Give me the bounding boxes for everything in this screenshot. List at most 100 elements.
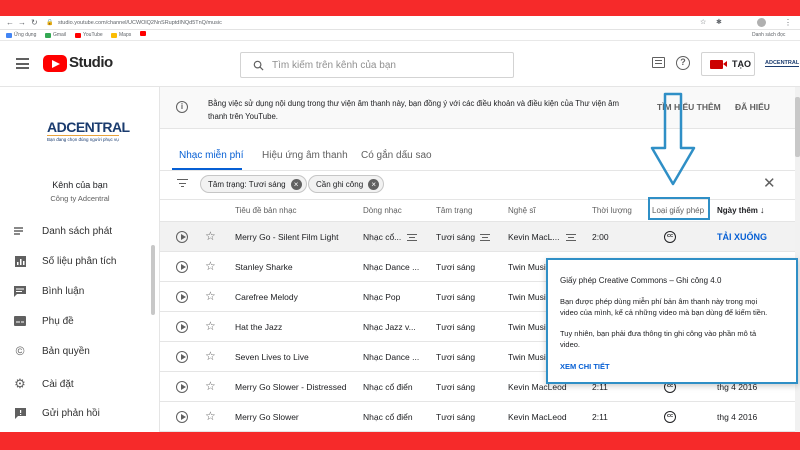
hamburger-menu-icon[interactable]: [16, 58, 29, 69]
studio-header: Studio Tìm kiếm trên kênh của bạn ? TẠO …: [0, 41, 800, 87]
star-icon[interactable]: ☆: [205, 379, 216, 393]
creative-commons-icon[interactable]: cc: [664, 411, 676, 423]
maps-pin-icon: [111, 33, 117, 38]
search-icon: [253, 60, 264, 71]
account-avatar[interactable]: ADCENTRAL: [765, 60, 800, 67]
create-button[interactable]: TẠO: [701, 52, 755, 76]
popup-title: Giấy phép Creative Commons – Ghi công 4.…: [560, 276, 722, 285]
google-g-icon: [45, 33, 51, 38]
youtube-icon: [75, 33, 81, 38]
terms-notice: i Bằng việc sử dụng nội dung trong thư v…: [160, 87, 795, 129]
creative-commons-icon[interactable]: cc: [664, 231, 676, 243]
comments-icon: [14, 285, 26, 297]
filter-icon[interactable]: [177, 179, 188, 189]
address-bar[interactable]: studio.youtube.com/channel/UCWOlQ2NnSRup…: [58, 18, 222, 28]
column-header-date-added[interactable]: Ngày thêm: [717, 206, 758, 215]
chip-remove-icon[interactable]: ×: [368, 178, 380, 190]
column-header-duration[interactable]: Thời lượng: [592, 206, 632, 215]
copyright-icon: ©: [15, 344, 25, 358]
sidebar: ADCENTRAL Bạn đang chọn đúng người phục …: [0, 87, 160, 432]
reload-icon[interactable]: ↻: [31, 18, 38, 28]
bookmark-apps[interactable]: Ứng dụng: [6, 31, 36, 40]
table-row[interactable]: ☆ Merry Go - Silent Film Light Nhạc cổ..…: [160, 222, 795, 252]
bookmark-maps[interactable]: Maps: [111, 31, 131, 40]
apps-grid-icon: [6, 33, 12, 38]
sidebar-scrollbar[interactable]: [151, 245, 155, 315]
studio-logo-text: Studio: [69, 54, 113, 71]
back-arrow-icon[interactable]: ←: [6, 18, 14, 28]
reading-list[interactable]: Danh sách đọc: [752, 31, 785, 40]
play-icon[interactable]: [176, 381, 188, 393]
popup-body-1: Bạn được phép dùng miễn phí bản âm thanh…: [560, 297, 768, 317]
help-icon[interactable]: ?: [676, 56, 690, 70]
bookmarks-bar: Ứng dụng Gmail YouTube Maps Danh sách đọ…: [0, 30, 800, 41]
search-input[interactable]: Tìm kiếm trên kênh của bạn: [272, 60, 396, 71]
tabs-divider: [160, 170, 795, 171]
sidebar-item-subtitles[interactable]: Phụ đề: [14, 315, 74, 327]
gear-icon: ⚙: [14, 376, 26, 391]
star-icon[interactable]: ☆: [205, 409, 216, 423]
filter-by-artist-icon[interactable]: [566, 234, 576, 241]
info-icon: i: [176, 101, 188, 113]
download-button[interactable]: TẢI XUỐNG: [717, 222, 767, 252]
youtube-icon: [140, 31, 146, 36]
sidebar-item-feedback[interactable]: Gửi phản hồi: [14, 407, 100, 419]
popup-body-2: Tuy nhiên, bạn phải đưa thông tin ghi cô…: [560, 329, 757, 349]
play-icon[interactable]: [176, 321, 188, 333]
extension-icon[interactable]: ✱: [716, 18, 722, 28]
filter-by-genre-icon[interactable]: [407, 234, 417, 241]
bookmark-gmail[interactable]: Gmail: [45, 31, 66, 40]
star-icon[interactable]: ☆: [205, 319, 216, 333]
frame-top-border: [0, 0, 800, 16]
scrollbar-thumb[interactable]: [795, 97, 800, 157]
play-icon[interactable]: [176, 351, 188, 363]
sidebar-item-comments[interactable]: Bình luận: [14, 285, 84, 297]
bookmark-youtube[interactable]: YouTube: [75, 31, 103, 40]
bookmark-youtube-2[interactable]: [140, 31, 146, 36]
filter-chip-attribution[interactable]: Cần ghi công ×: [308, 175, 385, 193]
sidebar-item-analytics[interactable]: Số liệu phân tích: [14, 255, 117, 267]
star-icon[interactable]: ☆: [205, 259, 216, 273]
star-bookmark-icon[interactable]: ☆: [700, 18, 706, 28]
tab-starred[interactable]: Có gắn dấu sao: [361, 150, 432, 161]
filter-by-mood-icon[interactable]: [480, 234, 490, 241]
clear-filters-close-icon[interactable]: ✕: [763, 176, 776, 191]
channel-name: Công ty Adcentral: [50, 194, 110, 203]
channel-logo-tagline: Bạn đang chọn đúng người phục vụ: [47, 135, 119, 142]
sidebar-item-copyright[interactable]: © Bản quyền: [14, 344, 90, 358]
play-icon[interactable]: [176, 231, 188, 243]
star-icon[interactable]: ☆: [205, 229, 216, 243]
message-icon[interactable]: [652, 57, 665, 68]
sidebar-item-settings[interactable]: ⚙ Cài đặt: [14, 376, 74, 391]
more-vertical-icon[interactable]: ⋮: [784, 18, 792, 28]
play-icon[interactable]: [176, 411, 188, 423]
forward-arrow-icon[interactable]: →: [18, 18, 26, 28]
tab-free-music[interactable]: Nhạc miễn phí: [179, 150, 243, 161]
table-row[interactable]: ☆ Merry Go Slower Nhạc cổ điển Tươi sáng…: [160, 402, 795, 432]
dismiss-button[interactable]: ĐÃ HIỂU: [735, 102, 770, 112]
profile-avatar[interactable]: [757, 18, 766, 27]
browser-toolbar: ← → ↻ 🔒 studio.youtube.com/channel/UCWOl…: [0, 16, 800, 30]
sort-down-arrow-icon[interactable]: ↓: [760, 205, 765, 215]
playlist-icon: [14, 225, 26, 237]
play-icon[interactable]: [176, 291, 188, 303]
star-icon[interactable]: ☆: [205, 289, 216, 303]
column-header-genre[interactable]: Dòng nhạc: [363, 206, 402, 215]
filter-chip-mood[interactable]: Tâm trạng: Tươi sáng ×: [200, 175, 307, 193]
subtitles-icon: [14, 315, 26, 327]
tab-sound-effects[interactable]: Hiệu ứng âm thanh: [262, 150, 348, 161]
star-icon[interactable]: ☆: [205, 349, 216, 363]
sidebar-item-playlists[interactable]: Danh sách phát: [14, 225, 112, 237]
column-header-title[interactable]: Tiêu đề bản nhạc: [235, 206, 297, 215]
column-header-mood[interactable]: Tâm trạng: [436, 206, 472, 215]
search-bar[interactable]: Tìm kiếm trên kênh của bạn: [240, 52, 514, 78]
view-details-link[interactable]: XEM CHI TIẾT: [560, 361, 790, 372]
license-info-popup: Giấy phép Creative Commons – Ghi công 4.…: [546, 258, 798, 384]
license-header-highlight: [648, 197, 710, 220]
play-icon[interactable]: [176, 261, 188, 273]
lock-icon: 🔒: [46, 20, 54, 26]
notice-text: Bằng việc sử dụng nội dung trong thư việ…: [208, 99, 620, 121]
youtube-logo-icon[interactable]: [43, 55, 67, 72]
chip-remove-icon[interactable]: ×: [290, 178, 302, 190]
column-header-artist[interactable]: Nghệ sĩ: [508, 206, 536, 215]
